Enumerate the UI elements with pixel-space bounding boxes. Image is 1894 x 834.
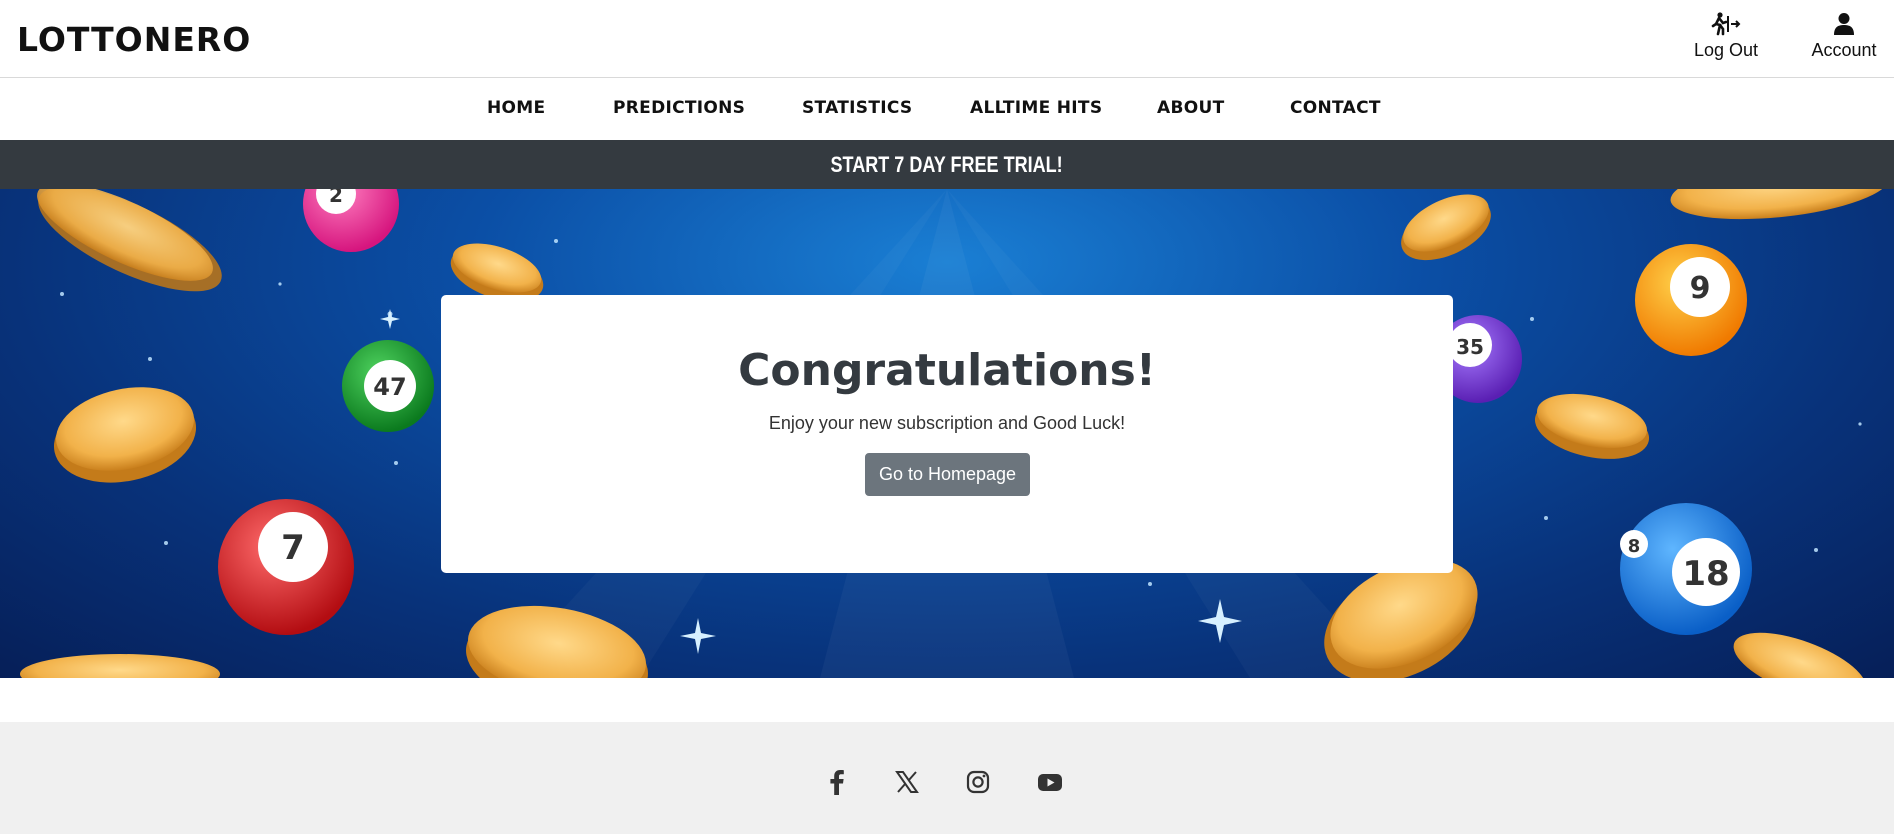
site-header: LOTTONERO Log Out Account — [0, 0, 1894, 78]
nav-alltime-hits[interactable]: ALLTIME HITS — [970, 98, 1102, 118]
main-nav: HOME PREDICTIONS STATISTICS ALLTIME HITS… — [0, 78, 1894, 140]
congratulations-card: Congratulations! Enjoy your new subscrip… — [441, 295, 1453, 573]
svg-text:47: 47 — [373, 373, 406, 401]
free-trial-label: START 7 DAY FREE TRIAL! — [830, 152, 1064, 177]
subscription-message: Enjoy your new subscription and Good Luc… — [768, 413, 1126, 433]
nav-predictions[interactable]: PREDICTIONS — [613, 98, 745, 118]
svg-text:35: 35 — [1456, 335, 1484, 359]
nav-home[interactable]: HOME — [487, 98, 545, 118]
logout-icon — [1711, 12, 1741, 36]
youtube-icon[interactable] — [1035, 767, 1065, 797]
logout-button[interactable]: Log Out — [1688, 12, 1764, 61]
nav-contact[interactable]: CONTACT — [1290, 98, 1381, 118]
user-icon — [1834, 13, 1854, 35]
instagram-icon[interactable] — [963, 767, 993, 797]
go-to-homepage-button[interactable]: Go to Homepage — [865, 453, 1030, 496]
svg-text:18: 18 — [1682, 554, 1729, 594]
congratulations-title: Congratulations! — [738, 345, 1156, 396]
nav-statistics[interactable]: STATISTICS — [802, 98, 912, 118]
account-button[interactable]: Account — [1806, 12, 1882, 61]
logout-label: Log Out — [1693, 40, 1759, 60]
nav-about[interactable]: ABOUT — [1157, 98, 1224, 118]
account-label: Account — [1811, 40, 1877, 60]
site-logo[interactable]: LOTTONERO — [17, 20, 251, 59]
free-trial-banner[interactable]: START 7 DAY FREE TRIAL! — [0, 140, 1894, 189]
svg-text:7: 7 — [281, 528, 305, 568]
x-twitter-icon[interactable] — [892, 767, 922, 797]
site-footer — [0, 722, 1894, 834]
facebook-icon[interactable] — [822, 767, 852, 797]
svg-text:8: 8 — [1628, 536, 1641, 557]
svg-text:2: 2 — [329, 189, 343, 207]
svg-text:9: 9 — [1690, 271, 1711, 306]
